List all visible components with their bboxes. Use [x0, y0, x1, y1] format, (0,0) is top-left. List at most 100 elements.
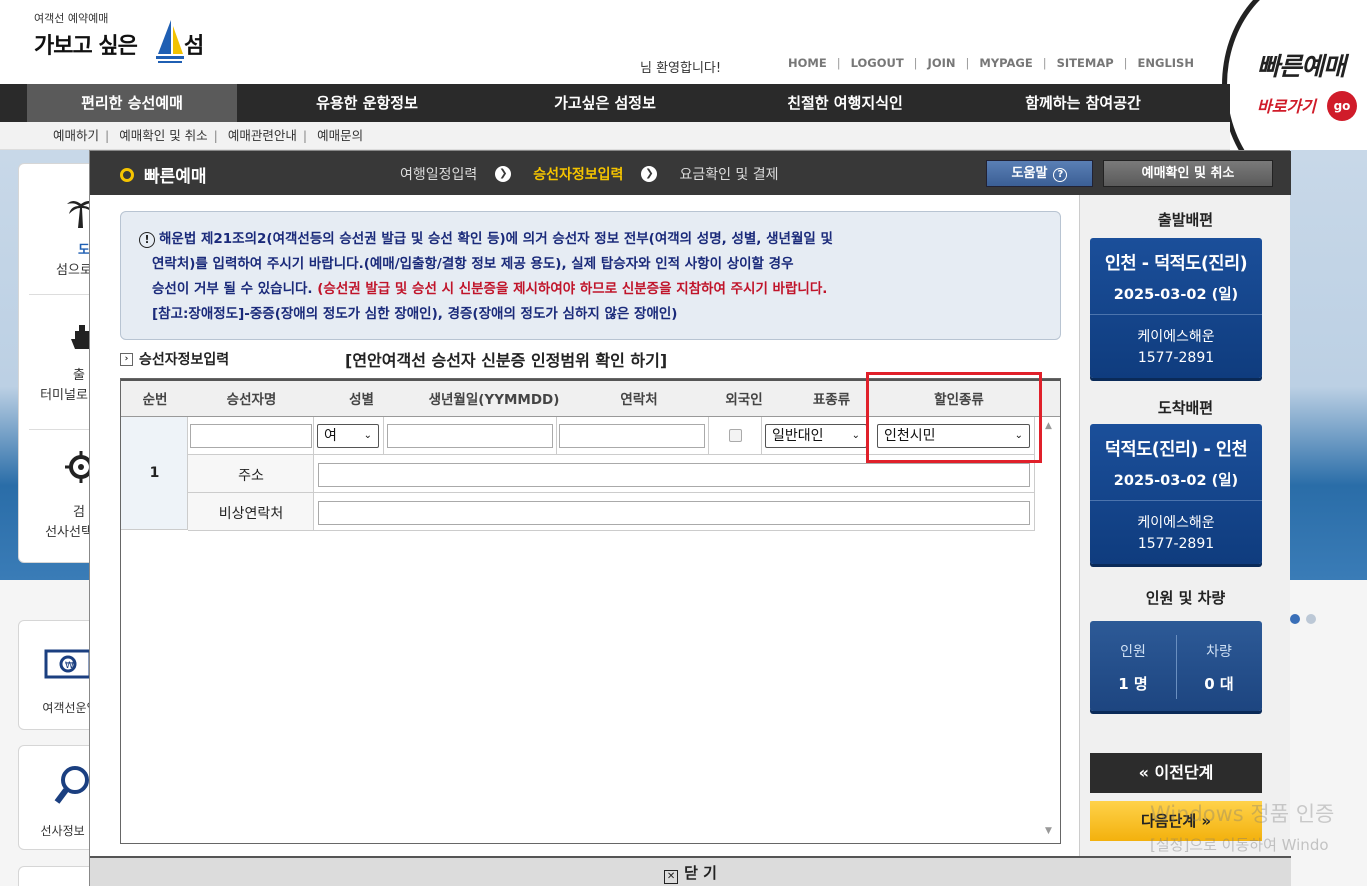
notice-line-3-warning: (승선권 발급 및 승선 시 신분증을 제시하여야 하므로 신분증을 지참하여 …: [317, 281, 828, 297]
warning-icon: !: [139, 232, 155, 248]
count-card: 인원 1 명 차량 0 대: [1090, 621, 1262, 711]
col-no: 순번: [142, 392, 168, 408]
subnav-guide[interactable]: 예매관련안내: [228, 128, 297, 143]
address-label-cell: 주소: [188, 455, 314, 493]
search-icon: [54, 766, 89, 804]
chevron-right-icon: ›: [120, 352, 133, 366]
legal-notice: ! 해운법 제21조의2(여객선등의 승선권 발급 및 승선 확인 등)에 의거 …: [120, 211, 1061, 340]
windows-activation-watermark: Windows 정품 인증: [1150, 802, 1335, 826]
birth-date-input[interactable]: [387, 424, 553, 448]
section-title: › 승선자정보입력: [120, 349, 229, 369]
section-title-text: 승선자정보입력: [139, 352, 230, 368]
id-range-link[interactable]: [연안여객선 승선자 신분증 인정범위 확인 하기]: [345, 347, 667, 371]
fare-card[interactable]: ₩ 여객선운임: [18, 620, 98, 730]
nav-island[interactable]: 가고싶은 섬정보: [500, 84, 710, 122]
help-button[interactable]: 도움말?: [986, 160, 1093, 187]
logo-subtitle: 여객선 예약예매: [34, 12, 109, 25]
leftcard-3-line2: 선사선택: [45, 525, 93, 540]
col-foreigner: 외국인: [725, 392, 763, 408]
foreigner-checkbox[interactable]: [729, 429, 742, 442]
leftcard-1-line2: 섬으로: [56, 263, 92, 278]
help-button-label: 도움말: [1011, 166, 1048, 181]
logo-title-end: 섬: [184, 34, 205, 59]
booking-check-cancel-button[interactable]: 예매확인 및 취소: [1103, 160, 1273, 187]
slider-dot-1[interactable]: [1290, 614, 1300, 624]
address-label: 주소: [238, 468, 264, 484]
prev-step-button[interactable]: « 이전단계: [1090, 753, 1262, 793]
left-quick-menu: 도 섬으로 출 터미널로 검 선사선택: [18, 163, 98, 563]
sailboat-icon: [156, 20, 184, 63]
fare-card-label: 여객선운임: [42, 701, 98, 715]
nav-community[interactable]: 함께하는 참여공간: [978, 84, 1188, 122]
step-2-current: 승선자정보입력: [533, 167, 624, 183]
departure-header: 출발배편: [1157, 211, 1214, 229]
nav-schedule[interactable]: 유용한 운항정보: [262, 84, 472, 122]
departure-card: 인천 - 덕적도(진리) 2025-03-02 (일) 케이에스해운 1577-…: [1090, 238, 1262, 378]
svg-text:₩: ₩: [65, 661, 74, 671]
link-mypage[interactable]: MYPAGE: [979, 56, 1032, 70]
link-english[interactable]: ENGLISH: [1138, 56, 1194, 70]
link-join[interactable]: JOIN: [928, 56, 956, 70]
highlight-box: [866, 372, 1042, 463]
leftcard-2-line2: 터미널로: [40, 388, 88, 403]
chevron-right-icon: ❯: [495, 166, 512, 182]
subnav-inquiry[interactable]: 예매문의: [317, 128, 363, 143]
emergency-label: 비상연락처: [218, 506, 284, 522]
logo-title: 가보고 싶은: [34, 34, 138, 59]
passenger-name-input[interactable]: [190, 424, 312, 448]
col-birth: 생년월일(YYMMDD): [428, 392, 560, 408]
site-logo[interactable]: 여객선 예약예매 가보고 싶은 섬: [34, 10, 234, 70]
modal-header: 빠른예매 여행일정입력 ❯ 승선자정보입력 ❯ 요금확인 및 결제 도움말? 예…: [90, 151, 1291, 195]
subnav-confirm[interactable]: 예매확인 및 취소: [119, 128, 207, 143]
arrival-company: 케이에스해운: [1137, 515, 1215, 531]
chevron-right-icon: ❯: [641, 166, 658, 182]
step-3: 요금확인 및 결제: [679, 167, 779, 183]
close-bar[interactable]: ✕ 닫 기: [90, 856, 1291, 886]
nav-knowledge[interactable]: 친절한 여행지식인: [740, 84, 950, 122]
welcome-text: 님 환영합니다!: [640, 61, 722, 76]
scroll-up-icon[interactable]: ▲: [1045, 421, 1052, 431]
main-nav: 편리한 승선예매 유용한 운항정보 가고싶은 섬정보 친절한 여행지식인 함께하…: [0, 84, 1230, 122]
chevron-down-icon: ⌄: [363, 430, 372, 441]
arrival-route: 덕적도(진리) - 인천: [1104, 440, 1248, 460]
arrival-header: 도착배편: [1157, 399, 1214, 417]
ticket-type-select[interactable]: 일반대인 ⌄: [765, 424, 867, 448]
step-indicator: 여행일정입력 ❯ 승선자정보입력 ❯ 요금확인 및 결제: [400, 164, 779, 184]
notice-line-2: 연락처)를 입력하여 주시기 바랍니다.(예매/입출항/결항 정보 제공 용도)…: [152, 256, 794, 272]
gender-value: 여: [324, 428, 337, 444]
slider-dot-2[interactable]: [1306, 614, 1316, 624]
quick-go-button[interactable]: go: [1327, 91, 1357, 121]
link-logout[interactable]: LOGOUT: [851, 56, 904, 70]
nav-booking[interactable]: 편리한 승선예매: [27, 84, 237, 122]
subnav-book[interactable]: 예매하기: [53, 128, 99, 143]
col-ticket: 표종류: [812, 392, 851, 408]
quick-subtitle: 바로가기: [1257, 97, 1316, 116]
col-phone: 연락처: [620, 392, 658, 408]
chevron-down-icon: ⌄: [851, 430, 860, 441]
link-sitemap[interactable]: SITEMAP: [1057, 56, 1114, 70]
departure-tel: 1577-2891: [1137, 350, 1215, 366]
booking-summary-panel: 출발배편 인천 - 덕적도(진리) 2025-03-02 (일) 케이에스해운 …: [1079, 195, 1290, 856]
link-home[interactable]: HOME: [788, 56, 827, 70]
ring-icon: [120, 167, 134, 182]
people-label: 인원: [1120, 644, 1146, 660]
company-card[interactable]: 선사정보 조: [18, 745, 98, 850]
col-name: 승선자명: [226, 392, 277, 408]
notice-line-3: 승선이 거부 될 수 있습니다.: [152, 281, 318, 297]
close-label: 닫 기: [684, 864, 717, 882]
address-input[interactable]: [318, 463, 1030, 487]
quick-title: 빠른예매: [1257, 52, 1346, 81]
scroll-down-icon[interactable]: ▼: [1045, 826, 1052, 836]
windows-activation-subtext: [설정]으로 이동하여 Windo: [1150, 836, 1329, 854]
phone-input[interactable]: [559, 424, 705, 448]
modal-title: 빠른예매: [120, 162, 207, 187]
row-number: 1: [149, 465, 160, 481]
slider-dots: [1290, 614, 1316, 624]
gender-select[interactable]: 여 ⌄: [317, 424, 379, 448]
car-label: 차량: [1206, 644, 1232, 660]
departure-date: 2025-03-02 (일): [1113, 287, 1239, 303]
departure-route: 인천 - 덕적도(진리): [1104, 254, 1248, 274]
emergency-contact-input[interactable]: [318, 501, 1030, 525]
departure-company: 케이에스해운: [1137, 329, 1215, 345]
count-header: 인원 및 차량: [1145, 589, 1226, 607]
